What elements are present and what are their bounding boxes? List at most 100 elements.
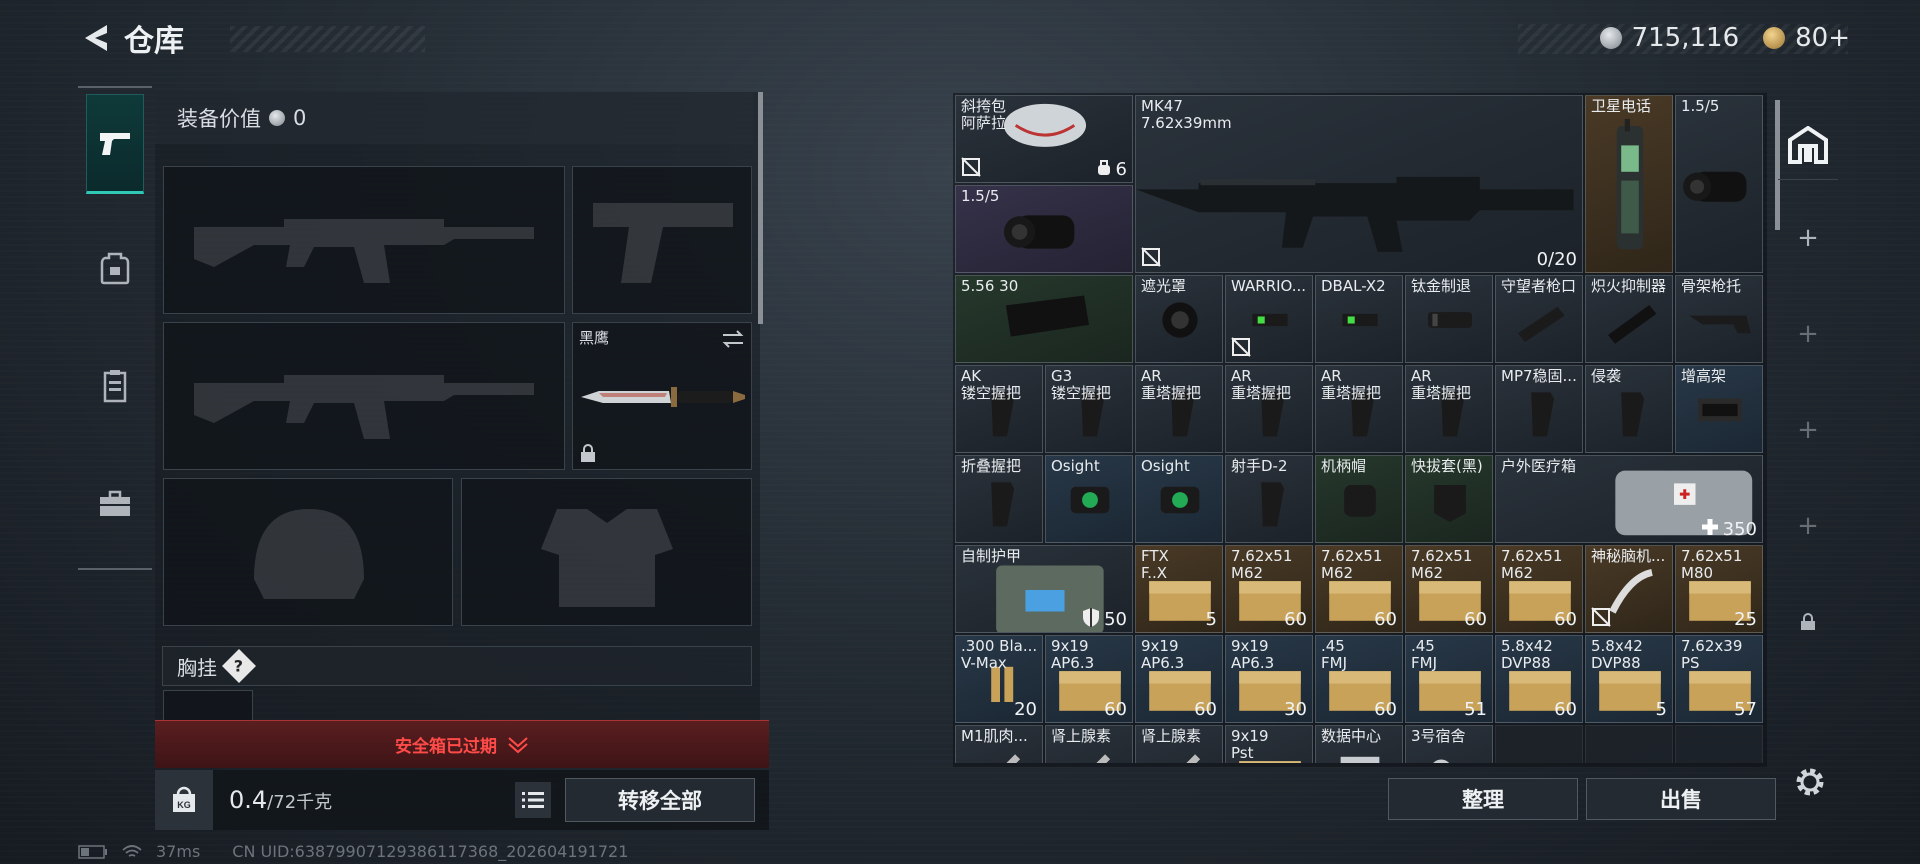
- sort-button[interactable]: 整理: [1388, 778, 1578, 820]
- stash-item[interactable]: M1肌肉...: [955, 725, 1043, 763]
- stash-item[interactable]: 炽火抑制器: [1585, 275, 1673, 363]
- stash-item[interactable]: 自制护甲 50: [955, 545, 1133, 633]
- medal-amount[interactable]: 80+: [1795, 23, 1850, 53]
- stash-item[interactable]: 增高架: [1675, 365, 1763, 453]
- stash-item[interactable]: 1.5/5: [1675, 95, 1763, 273]
- stash-item[interactable]: 7.62x51 M62 60: [1405, 545, 1493, 633]
- nav-backpack[interactable]: [86, 218, 144, 318]
- rifle-silhouette-icon: [194, 219, 534, 283]
- list-view-button[interactable]: [515, 782, 551, 818]
- stash-tab-add-4[interactable]: +: [1778, 496, 1838, 556]
- chest-rig-label: 胸挂: [177, 655, 217, 680]
- stash-item[interactable]: 3号宿舍: [1405, 725, 1493, 763]
- stash-item[interactable]: AR 重塔握把: [1315, 365, 1403, 453]
- stash-item[interactable]: 5.8x42 DVP88 60: [1495, 635, 1583, 723]
- nav-vest[interactable]: [86, 336, 144, 436]
- stash-item[interactable]: Osight: [1135, 455, 1223, 543]
- primary-weapon-slot[interactable]: [163, 166, 565, 314]
- stash-cell[interactable]: [1675, 725, 1763, 763]
- stash-tab-locked[interactable]: [1778, 592, 1838, 652]
- stash-tab-add-1[interactable]: +: [1778, 208, 1838, 268]
- rifle-icon: [1136, 176, 1574, 252]
- stash-item[interactable]: 守望者枪口: [1495, 275, 1583, 363]
- stash-item[interactable]: 9x19 AP6.3 60: [1135, 635, 1223, 723]
- stash-item[interactable]: 折叠握把: [955, 455, 1043, 543]
- stash-item[interactable]: 7.62x51 M62 60: [1315, 545, 1403, 633]
- stash-item[interactable]: 射手D-2: [1225, 455, 1313, 543]
- stash-item[interactable]: .45 FMJ 60: [1315, 635, 1403, 723]
- stash-item[interactable]: 肾上腺素: [1135, 725, 1223, 763]
- chest-rig-slot[interactable]: [163, 690, 253, 720]
- stash-cell[interactable]: [1585, 725, 1673, 763]
- stash-item[interactable]: AR 重塔握把: [1405, 365, 1493, 453]
- item-count: 60: [1104, 699, 1127, 720]
- stash-item[interactable]: 卫星电话: [1585, 95, 1673, 273]
- sell-button[interactable]: 出售: [1586, 778, 1776, 820]
- svg-text:KG: KG: [177, 800, 191, 810]
- stash-item[interactable]: Osight: [1045, 455, 1133, 543]
- stash-tab-add-2[interactable]: +: [1778, 304, 1838, 364]
- safe-box-status: 安全箱已过期: [395, 737, 497, 757]
- stash-item[interactable]: WARRIO...: [1225, 275, 1313, 363]
- stash-item[interactable]: G3 镂空握把: [1045, 365, 1133, 453]
- item-count: 0/20: [1536, 249, 1577, 270]
- stash-item[interactable]: 5.56 30: [955, 275, 1133, 363]
- stash-item[interactable]: 骨架枪托: [1675, 275, 1763, 363]
- stash-item[interactable]: MK47 7.62x39mm 0/20: [1135, 95, 1583, 273]
- back-button[interactable]: [78, 20, 114, 56]
- stash-item[interactable]: 7.62x39 PS 57: [1675, 635, 1763, 723]
- melee-slot[interactable]: 黑鹰: [572, 322, 752, 470]
- nav-case[interactable]: [86, 454, 144, 554]
- stash-item[interactable]: AR 重塔握把: [1135, 365, 1223, 453]
- help-icon[interactable]: ?: [222, 649, 256, 683]
- stash-item[interactable]: 钛金制退: [1405, 275, 1493, 363]
- secondary-weapon-slot[interactable]: [163, 322, 565, 470]
- stash-item[interactable]: .300 Bla... V-Max 20: [955, 635, 1043, 723]
- stash-item[interactable]: .45 FMJ 51: [1405, 635, 1493, 723]
- item-name: AK 镂空握把: [961, 368, 1022, 402]
- item-name: 骨架枪托: [1681, 278, 1742, 295]
- item-count: 50: [1104, 609, 1127, 630]
- stash-item[interactable]: 7.62x51 M62 60: [1495, 545, 1583, 633]
- swap-icon[interactable]: [721, 329, 745, 349]
- stash-item[interactable]: 肾上腺素: [1045, 725, 1133, 763]
- safe-box-expired-banner[interactable]: 安全箱已过期: [155, 720, 769, 768]
- stash-item[interactable]: 遮光罩: [1135, 275, 1223, 363]
- stash-item[interactable]: 机柄帽: [1315, 455, 1403, 543]
- stash-item[interactable]: 9x19 AP6.3 60: [1045, 635, 1133, 723]
- transfer-all-button[interactable]: 转移全部: [565, 778, 755, 822]
- item-name: M1肌肉...: [961, 728, 1028, 745]
- stash-item[interactable]: FTX F..X 5: [1135, 545, 1223, 633]
- item-name: Osight: [1051, 458, 1100, 475]
- stash-item[interactable]: MP7稳固...: [1495, 365, 1583, 453]
- item-count: 60: [1464, 609, 1487, 630]
- stash-item[interactable]: 7.62x51 M62 60: [1225, 545, 1313, 633]
- stash-tab-main[interactable]: [1778, 110, 1838, 180]
- stash-item[interactable]: 户外医疗箱 350: [1495, 455, 1763, 543]
- equipment-scrollbar[interactable]: [758, 92, 763, 324]
- stash-item[interactable]: 数据中心: [1315, 725, 1403, 763]
- stash-item[interactable]: 快拔套(黑): [1405, 455, 1493, 543]
- stash-item[interactable]: 侵袭: [1585, 365, 1673, 453]
- stash-item[interactable]: 神秘脑机...: [1585, 545, 1673, 633]
- item-name: 机柄帽: [1321, 458, 1367, 475]
- item-name: 7.62x51 M62: [1501, 548, 1563, 582]
- helmet-slot[interactable]: [163, 478, 453, 626]
- item-name: .300 Bla... V-Max: [961, 638, 1038, 672]
- nav-weapons[interactable]: [86, 94, 144, 194]
- stash-item[interactable]: 9x19 Pst: [1225, 725, 1313, 763]
- stash-item[interactable]: 1.5/5: [955, 185, 1133, 273]
- gear-icon[interactable]: [1792, 764, 1828, 800]
- stash-item[interactable]: 5.8x42 DVP88 5: [1585, 635, 1673, 723]
- stash-item[interactable]: AR 重塔握把: [1225, 365, 1313, 453]
- stash-item[interactable]: DBAL-X2: [1315, 275, 1403, 363]
- stash-item[interactable]: AK 镂空握把: [955, 365, 1043, 453]
- stash-tab-add-3[interactable]: +: [1778, 400, 1838, 460]
- sidearm-slot[interactable]: [572, 166, 752, 314]
- armor-slot[interactable]: [461, 478, 752, 626]
- stash-item[interactable]: 7.62x51 M80 25: [1675, 545, 1763, 633]
- stash-item[interactable]: 斜挎包 阿萨拉 6: [955, 95, 1133, 183]
- stash-item[interactable]: 9x19 AP6.3 30: [1225, 635, 1313, 723]
- stash-cell[interactable]: [1495, 725, 1583, 763]
- uid: CN UID:638799071293861173​68_20260419172…: [232, 842, 629, 861]
